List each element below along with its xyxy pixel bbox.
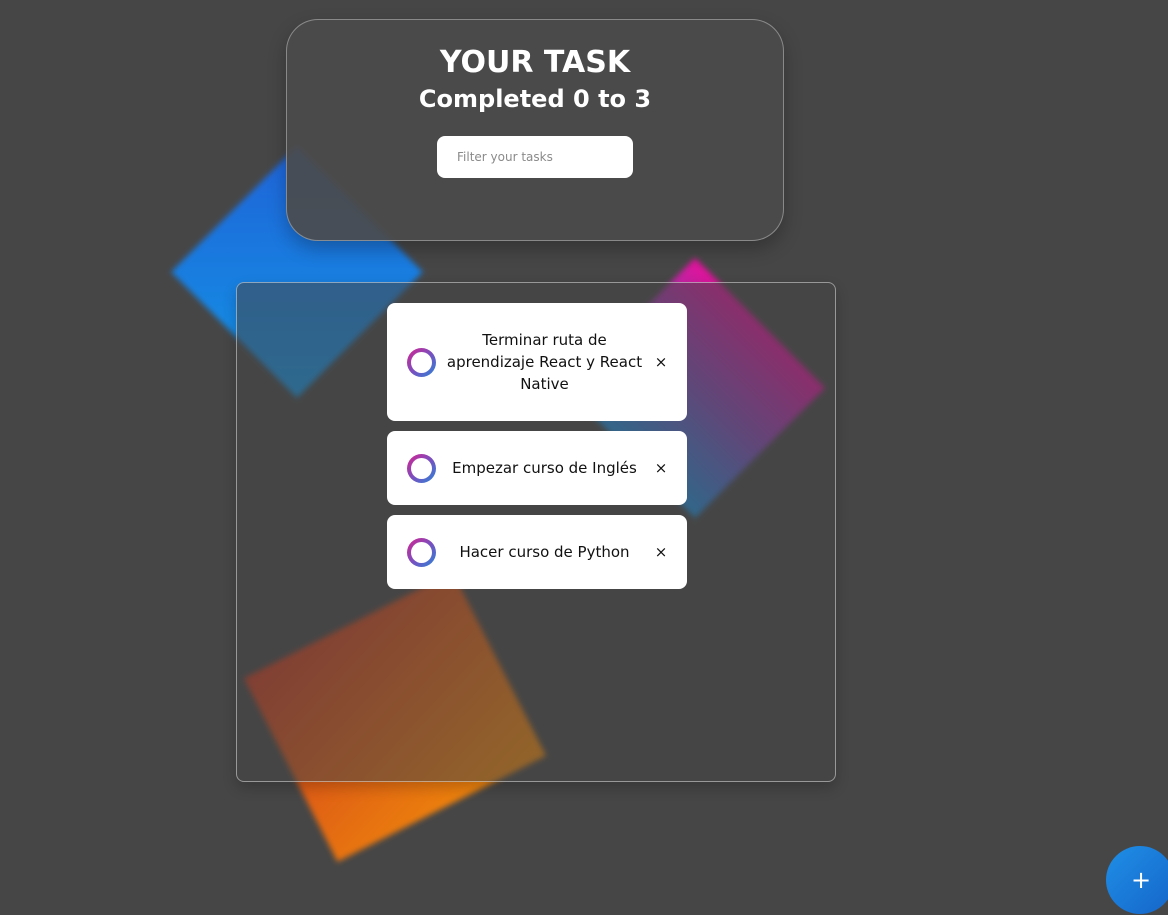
- circle-check-icon[interactable]: [407, 453, 436, 483]
- task-item: Terminar ruta de aprendizaje React y Rea…: [387, 303, 687, 421]
- counter-mid: to: [598, 85, 627, 113]
- search-input[interactable]: [437, 136, 633, 178]
- close-icon[interactable]: ×: [653, 353, 669, 371]
- task-item: Hacer curso de Python ×: [387, 515, 687, 589]
- task-text: Empezar curso de Inglés: [452, 459, 637, 477]
- add-task-button[interactable]: +: [1106, 846, 1168, 914]
- total-count: 3: [634, 85, 652, 113]
- circle-check-icon[interactable]: [407, 537, 436, 567]
- app-root: YOUR TASK Completed 0 to 3 Terminar ruta…: [0, 0, 1168, 915]
- close-icon[interactable]: ×: [653, 543, 669, 561]
- plus-icon: +: [1131, 866, 1152, 894]
- task-list: Terminar ruta de aprendizaje React y Rea…: [387, 303, 687, 599]
- completed-counter: Completed 0 to 3: [287, 84, 783, 114]
- circle-check-icon[interactable]: [407, 347, 436, 377]
- header-card: YOUR TASK Completed 0 to 3: [286, 19, 784, 241]
- page-title: YOUR TASK: [439, 45, 631, 80]
- task-list-panel: Terminar ruta de aprendizaje React y Rea…: [236, 282, 836, 782]
- counter-prefix: Completed: [418, 85, 565, 113]
- completed-count: 0: [573, 85, 590, 113]
- task-text: Hacer curso de Python: [459, 543, 630, 561]
- task-text: Terminar ruta de aprendizaje React y Rea…: [446, 331, 643, 393]
- close-icon[interactable]: ×: [653, 459, 669, 477]
- task-item: Empezar curso de Inglés ×: [387, 431, 687, 505]
